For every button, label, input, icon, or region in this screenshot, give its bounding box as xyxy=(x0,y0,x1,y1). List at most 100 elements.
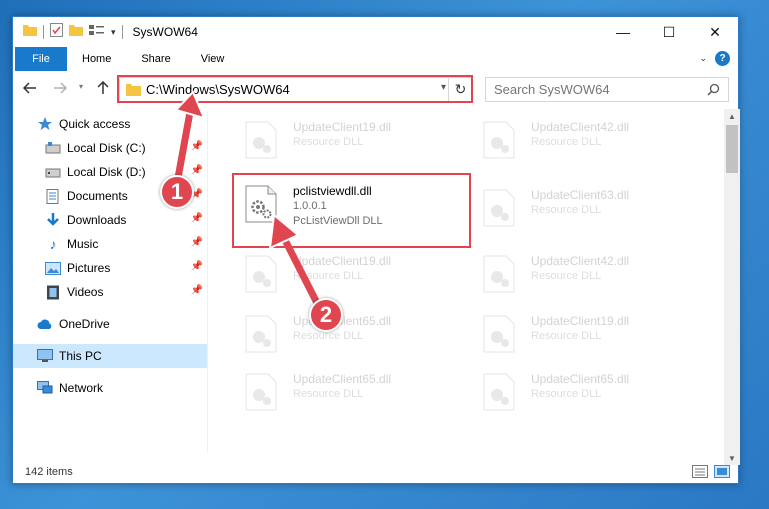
file-description: Resource DLL xyxy=(531,388,602,400)
folder-icon xyxy=(23,23,37,41)
sidebar-item-quick-access[interactable]: Quick access xyxy=(13,112,207,136)
help-button[interactable]: ? xyxy=(715,51,730,66)
back-arrow-icon[interactable] xyxy=(22,81,37,97)
sidebar-item-label: Network xyxy=(59,381,104,395)
sidebar-item-music[interactable]: ♪ Music 📌 xyxy=(13,232,207,256)
search-input[interactable] xyxy=(494,82,704,97)
pin-icon[interactable]: 📌 xyxy=(191,261,203,272)
sidebar-item-this-pc[interactable]: This PC xyxy=(13,344,207,368)
download-icon xyxy=(45,212,61,228)
customize-dropdown-icon[interactable]: ▾ xyxy=(111,27,116,38)
quick-access-toolbar: ▾ xyxy=(23,22,123,42)
dll-file-icon xyxy=(245,121,277,159)
pin-icon[interactable]: 📌 xyxy=(191,141,203,152)
tab-view[interactable]: View xyxy=(186,53,240,65)
minimize-button[interactable]: — xyxy=(600,17,646,47)
file-description: Resource DLL xyxy=(531,330,602,342)
sidebar-item-downloads[interactable]: Downloads 📌 xyxy=(13,208,207,232)
title-bar: ▾ SysWOW64 — ☐ ✕ xyxy=(13,17,738,47)
details-view-icon[interactable] xyxy=(692,465,708,483)
tab-share[interactable]: Share xyxy=(126,53,185,65)
navigation-pane: Quick access Local Disk (C:) 📌 Local Dis… xyxy=(13,112,207,452)
sidebar-item-label: Local Disk (C:) xyxy=(67,141,146,155)
file-name: UpdateClient19.dll xyxy=(293,254,392,268)
sidebar-item-label: Pictures xyxy=(67,261,111,275)
list-item[interactable]: UpdateClient19.dll Resource DLL xyxy=(233,249,463,299)
file-name: UpdateClient19.dll xyxy=(293,120,392,134)
view-switcher xyxy=(692,465,730,483)
step-2-badge: 2 xyxy=(309,298,343,332)
drive-icon xyxy=(45,164,61,180)
status-bar: 142 items xyxy=(13,461,738,483)
dll-file-icon xyxy=(245,315,277,353)
list-item[interactable]: UpdateClient19.dll Resource DLL xyxy=(233,115,463,165)
file-description: Resource DLL xyxy=(531,270,602,282)
list-item[interactable]: UpdateClient63.dll Resource DLL xyxy=(471,183,701,233)
pin-icon[interactable]: 📌 xyxy=(191,165,203,176)
pictures-icon xyxy=(45,260,61,276)
sidebar-item-label: Local Disk (D:) xyxy=(67,165,146,179)
sidebar-item-videos[interactable]: Videos 📌 xyxy=(13,280,207,304)
sidebar-item-label: Music xyxy=(67,237,99,251)
sidebar-item-label: Documents xyxy=(67,189,128,203)
list-item[interactable]: UpdateClient65.dll Resource DLL xyxy=(233,309,463,359)
file-name: UpdateClient42.dll xyxy=(531,254,630,268)
dll-file-icon xyxy=(483,121,515,159)
expand-ribbon-icon[interactable]: ⌄ xyxy=(699,53,707,64)
search-icon xyxy=(707,83,720,101)
sidebar-item-label: This PC xyxy=(59,349,102,363)
list-item[interactable]: UpdateClient42.dll Resource DLL xyxy=(471,249,701,299)
forward-arrow-icon[interactable] xyxy=(53,81,68,97)
pin-icon[interactable]: 📌 xyxy=(191,285,203,296)
star-icon xyxy=(37,116,53,132)
sidebar-item-pictures[interactable]: Pictures 📌 xyxy=(13,256,207,280)
file-list: UpdateClient19.dll Resource DLL UpdateCl… xyxy=(221,109,718,449)
view-options-icon[interactable] xyxy=(89,23,105,41)
dll-file-icon xyxy=(245,255,277,293)
ribbon-right: ⌄ ? xyxy=(699,51,730,66)
music-icon: ♪ xyxy=(49,236,57,252)
maximize-button[interactable]: ☐ xyxy=(646,17,692,47)
list-item[interactable]: UpdateClient65.dll Resource DLL xyxy=(471,367,701,417)
properties-icon[interactable] xyxy=(50,22,63,42)
scroll-up-icon[interactable]: ▲ xyxy=(724,109,740,123)
sidebar-item-network[interactable]: Network xyxy=(13,376,207,400)
window-controls: — ☐ ✕ xyxy=(600,17,738,47)
up-arrow-icon[interactable] xyxy=(97,80,109,98)
search-box[interactable] xyxy=(485,77,729,102)
list-item[interactable]: UpdateClient19.dll Resource DLL xyxy=(471,309,701,359)
list-item[interactable]: UpdateClient42.dll Resource DLL xyxy=(471,115,701,165)
pin-icon[interactable]: 📌 xyxy=(191,237,203,248)
sidebar-item-onedrive[interactable]: OneDrive xyxy=(13,312,207,336)
videos-icon xyxy=(45,284,61,300)
dll-file-icon xyxy=(483,373,515,411)
list-item[interactable]: UpdateClient65.dll Resource DLL xyxy=(233,367,463,417)
documents-icon xyxy=(45,188,61,204)
cloud-icon xyxy=(37,316,53,332)
file-name: UpdateClient63.dll xyxy=(531,188,630,202)
sidebar-item-local-disk-c[interactable]: Local Disk (C:) 📌 xyxy=(13,136,207,160)
file-name: UpdateClient65.dll xyxy=(531,372,630,386)
sidebar-item-label: Downloads xyxy=(67,213,127,227)
explorer-window: ▾ SysWOW64 — ☐ ✕ File Home Share View ⌄ … xyxy=(12,16,740,484)
scrollbar-thumb[interactable] xyxy=(726,125,738,173)
file-name: UpdateClient19.dll xyxy=(531,314,630,328)
file-description: Resource DLL xyxy=(531,204,602,216)
file-name: UpdateClient65.dll xyxy=(293,372,392,386)
close-button[interactable]: ✕ xyxy=(692,17,738,47)
tab-file[interactable]: File xyxy=(15,47,67,71)
tab-home[interactable]: Home xyxy=(67,53,126,65)
step-1-badge: 1 xyxy=(160,175,194,209)
sidebar-item-label: Quick access xyxy=(59,117,131,131)
dll-file-icon xyxy=(483,255,515,293)
pin-icon[interactable]: 📌 xyxy=(191,213,203,224)
vertical-scrollbar[interactable]: ▲ ▼ xyxy=(724,109,740,465)
file-description: Resource DLL xyxy=(531,136,602,148)
file-description: Resource DLL xyxy=(293,388,364,400)
tiles-view-icon[interactable] xyxy=(714,465,730,483)
new-folder-icon[interactable] xyxy=(69,23,83,41)
dll-file-icon xyxy=(483,189,515,227)
pane-divider xyxy=(207,112,208,452)
recent-locations-icon[interactable]: ▾ xyxy=(79,82,83,91)
